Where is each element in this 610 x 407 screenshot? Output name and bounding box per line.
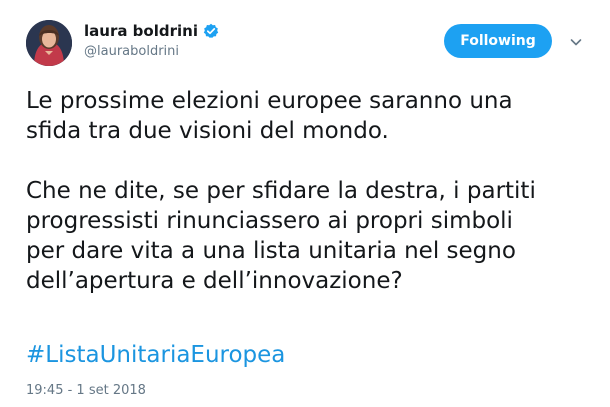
tweet-card: laura boldrini @lauraboldrini Following … xyxy=(0,0,610,407)
tweet-text-line: per dare vita a una lista unitaria nel s… xyxy=(26,238,516,264)
author-block: laura boldrini @lauraboldrini xyxy=(84,22,219,61)
author-handle[interactable]: @lauraboldrini xyxy=(84,43,219,61)
following-button[interactable]: Following xyxy=(444,24,552,58)
author-name-row: laura boldrini xyxy=(84,22,219,40)
tweet-text-line: sfida tra due visioni del mondo. xyxy=(26,118,389,144)
tweet-text-line: progressisti rinunciassero ai propri sim… xyxy=(26,208,513,234)
avatar[interactable] xyxy=(26,20,72,66)
tweet-text-line: Le prossime elezioni europee saranno una xyxy=(26,88,513,114)
chevron-down-icon[interactable] xyxy=(568,34,584,50)
hashtag-link[interactable]: #ListaUnitariaEuropea xyxy=(26,340,285,370)
tweet-text: Le prossime elezioni europee saranno una… xyxy=(26,86,586,296)
tweet-text-line: Che ne dite, se per sfidare la destra, i… xyxy=(26,178,536,204)
author-name[interactable]: laura boldrini xyxy=(84,22,198,40)
avatar-portrait-icon xyxy=(26,20,72,66)
tweet-timestamp[interactable]: 19:45 - 1 set 2018 xyxy=(26,383,146,399)
tweet-text-line: dell’apertura e dell’innovazione? xyxy=(26,268,403,294)
verified-badge-icon xyxy=(203,23,219,39)
